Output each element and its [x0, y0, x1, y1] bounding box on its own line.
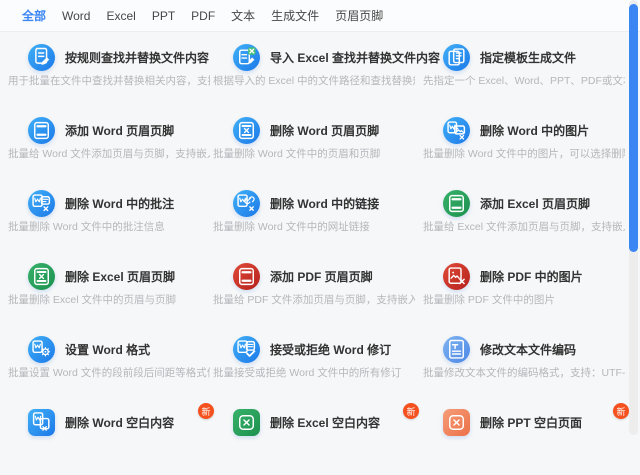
tool-description: 用于批量在文件中查找并替换相关内容，支持 Wor: [8, 75, 210, 88]
tool-card[interactable]: 导入 Excel 查找并替换文件内容 根据导入的 Excel 中的文件路径和查找…: [213, 37, 415, 110]
tool-card[interactable]: 删除 Excel 页眉页脚 批量删除 Excel 文件中的页眉与页脚: [8, 256, 210, 329]
tool-description: 批量删除 Word 文件中的批注信息: [8, 221, 210, 234]
tab-text[interactable]: 文本: [231, 7, 255, 24]
tool-title: 删除 Excel 页眉页脚: [65, 270, 175, 284]
header-footer-add-icon: [28, 117, 55, 144]
category-tabbar: 全部 Word Excel PPT PDF 文本生成文件页眉页脚: [0, 0, 640, 32]
tool-title: 删除 Excel 空白内容: [270, 416, 380, 430]
tool-title: 删除 Word 空白内容: [65, 416, 174, 430]
tool-card[interactable]: 设置 Word 格式 批量设置 Word 文件的段前段后间距等格式信息: [8, 329, 210, 402]
tool-description: 批量设置 Word 文件的段前段后间距等格式信息: [8, 367, 210, 380]
new-badge: 新: [198, 403, 214, 419]
tool-card[interactable]: 指定模板生成文件 先指定一个 Excel、Word、PPT、PDF或文本文件作: [423, 37, 625, 110]
tool-description: 批量删除 Word 文件中的图片，可以选择删除页眉: [423, 148, 625, 161]
word-comment-remove-icon: [28, 190, 55, 217]
tool-description: 根据导入的 Excel 中的文件路径和查找替换规则来: [213, 75, 415, 88]
tool-card[interactable]: 接受或拒绝 Word 修订 批量接受或拒绝 Word 文件中的所有修订: [213, 329, 415, 402]
excel-find-replace-icon: [233, 44, 260, 71]
word-blank-remove-icon: [28, 409, 55, 436]
tool-description: 批量删除 Word 文件中的页眉和页脚: [213, 148, 415, 161]
tool-title: 删除 PPT 空白页面: [480, 416, 582, 430]
tool-description: 先指定一个 Excel、Word、PPT、PDF或文本文件作: [423, 75, 625, 88]
tool-title: 添加 Excel 页眉页脚: [480, 197, 590, 211]
tool-description: 批量修改文本文件的编码格式，支持：UTF-8、BIG: [423, 367, 625, 380]
header-footer-add-icon: [443, 190, 470, 217]
tool-description: 批量删除 Word 文件中的网址链接: [213, 221, 415, 234]
tool-title: 添加 PDF 页眉页脚: [270, 270, 373, 284]
tool-card[interactable]: 按规则查找并替换文件内容 用于批量在文件中查找并替换相关内容，支持 Wor: [8, 37, 210, 110]
tool-title: 设置 Word 格式: [65, 343, 150, 357]
tools-grid: 按规则查找并替换文件内容 用于批量在文件中查找并替换相关内容，支持 Wor 导入…: [0, 32, 640, 475]
tab-excel[interactable]: Excel: [106, 9, 135, 23]
scrollbar-thumb[interactable]: [629, 4, 638, 252]
tool-description: 批量接受或拒绝 Word 文件中的所有修订: [213, 367, 415, 380]
tool-card[interactable]: 删除 Word 页眉页脚 批量删除 Word 文件中的页眉和页脚: [213, 110, 415, 183]
tool-card[interactable]: 删除 Word 中的链接 批量删除 Word 文件中的网址链接: [213, 183, 415, 256]
tool-title: 删除 Word 中的链接: [270, 197, 379, 211]
tool-description: 批量给 Excel 文件添加页眉与页脚，支持嵌入页码: [423, 221, 625, 234]
tool-title: 删除 Word 中的图片: [480, 124, 589, 138]
tool-title: 指定模板生成文件: [480, 51, 576, 65]
scrollbar-track[interactable]: [629, 0, 638, 435]
tab-generate[interactable]: 生成文件: [271, 7, 319, 24]
tab-all[interactable]: 全部: [22, 7, 46, 24]
word-format-settings-icon: [28, 336, 55, 363]
tool-card[interactable]: 添加 Word 页眉页脚 批量给 Word 文件添加页眉与页脚，支持嵌入页码: [8, 110, 210, 183]
word-link-remove-icon: [233, 190, 260, 217]
tool-title: 添加 Word 页眉页脚: [65, 124, 174, 138]
tool-title: 接受或拒绝 Word 修订: [270, 343, 391, 357]
word-revision-check-icon: [233, 336, 260, 363]
tool-card[interactable]: 删除 Excel 空白内容 新: [213, 402, 415, 475]
new-badge: 新: [613, 403, 629, 419]
tool-card[interactable]: 删除 Word 中的批注 批量删除 Word 文件中的批注信息: [8, 183, 210, 256]
header-footer-remove-icon: [233, 117, 260, 144]
tool-description: 批量给 Word 文件添加页眉与页脚，支持嵌入页码: [8, 148, 210, 161]
tool-title: 修改文本文件编码: [480, 343, 576, 357]
tab-pdf[interactable]: PDF: [191, 9, 215, 23]
tool-title: 按规则查找并替换文件内容: [65, 51, 209, 65]
tool-title: 删除 Word 页眉页脚: [270, 124, 379, 138]
tool-card[interactable]: 删除 Word 空白内容 新: [8, 402, 210, 475]
new-badge: 新: [403, 403, 419, 419]
tool-description: 批量删除 Excel 文件中的页眉与页脚: [8, 294, 210, 307]
excel-blank-remove-icon: [233, 409, 260, 436]
ppt-blank-remove-icon: [443, 409, 470, 436]
tool-title: 导入 Excel 查找并替换文件内容: [270, 51, 440, 65]
tool-title: 删除 Word 中的批注: [65, 197, 174, 211]
header-footer-add-icon: [233, 263, 260, 290]
header-footer-remove-icon: [28, 263, 55, 290]
tool-card[interactable]: 删除 PPT 空白页面 新: [423, 402, 625, 475]
tool-description: 批量删除 PDF 文件中的图片: [423, 294, 625, 307]
tab-header-footer[interactable]: 页眉页脚: [335, 7, 383, 24]
template-generate-icon: [443, 44, 470, 71]
pdf-image-remove-icon: [443, 263, 470, 290]
tool-title: 删除 PDF 中的图片: [480, 270, 583, 284]
tab-word[interactable]: Word: [62, 9, 90, 23]
tool-card[interactable]: 删除 PDF 中的图片 批量删除 PDF 文件中的图片: [423, 256, 625, 329]
text-encoding-icon: [443, 336, 470, 363]
word-image-remove-icon: [443, 117, 470, 144]
tool-card[interactable]: 删除 Word 中的图片 批量删除 Word 文件中的图片，可以选择删除页眉: [423, 110, 625, 183]
tool-card[interactable]: 修改文本文件编码 批量修改文本文件的编码格式，支持：UTF-8、BIG: [423, 329, 625, 402]
tool-card[interactable]: 添加 Excel 页眉页脚 批量给 Excel 文件添加页眉与页脚，支持嵌入页码: [423, 183, 625, 256]
tab-ppt[interactable]: PPT: [152, 9, 175, 23]
tool-card[interactable]: 添加 PDF 页眉页脚 批量给 PDF 文件添加页眉与页脚，支持嵌入页码: [213, 256, 415, 329]
find-replace-icon: [28, 44, 55, 71]
tool-description: 批量给 PDF 文件添加页眉与页脚，支持嵌入页码: [213, 294, 415, 307]
